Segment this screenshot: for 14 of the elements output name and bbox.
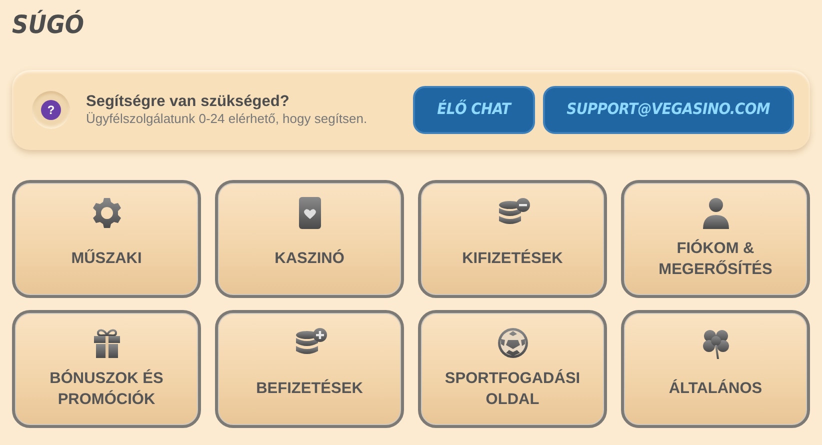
help-subtext: Ügyfélszolgálatunk 0-24 elérhető, hogy segítsen. (86, 111, 368, 127)
help-icon: ? (41, 100, 61, 120)
category-tile[interactable]: FIÓKOM & MEGERŐSÍTÉS (621, 180, 810, 298)
live-chat-button[interactable]: ÉLŐ CHAT (413, 86, 535, 134)
category-tile[interactable]: KIFIZETÉSEK (418, 180, 607, 298)
page-title: SÚGÓ (12, 8, 86, 41)
category-tile[interactable]: ÁLTALÁNOS (621, 310, 810, 428)
help-heading: Segítségre van szükséged? (86, 93, 290, 111)
email-button[interactable]: SUPPORT@VEGASINO.COM (542, 86, 794, 134)
category-tile[interactable]: MŰSZAKI (12, 180, 201, 298)
category-tile[interactable]: SPORTFOGADÁSI OLDAL (418, 310, 607, 428)
category-tile[interactable]: KASZINÓ (215, 180, 404, 298)
category-tile[interactable]: BÓNUSZOK ÉS PROMÓCIÓK (12, 310, 201, 428)
category-tile[interactable]: BEFIZETÉSEK (215, 310, 404, 428)
